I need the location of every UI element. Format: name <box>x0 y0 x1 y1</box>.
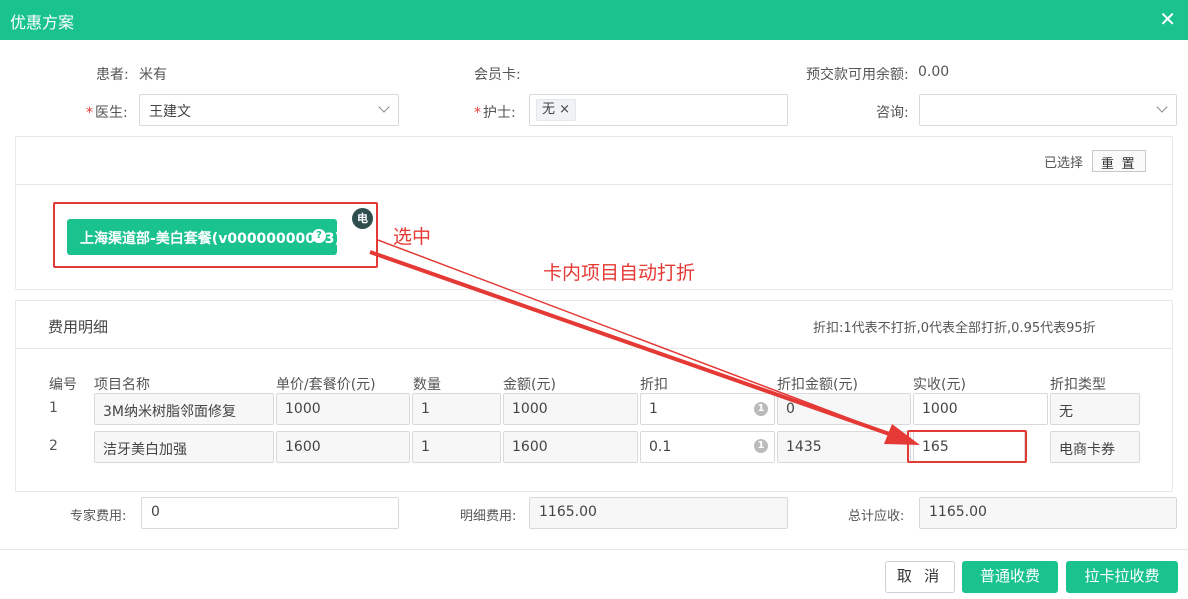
required-mark: * <box>86 105 93 121</box>
row-1-amount: 1000 <box>503 393 638 425</box>
required-mark: * <box>474 105 481 121</box>
dialog-titlebar: 优惠方案 ✕ <box>0 0 1188 40</box>
col-header-discount-amount: 折扣金额(元) <box>777 377 858 393</box>
expert-fee-input[interactable]: 0 <box>141 497 399 529</box>
row-2-amount: 1600 <box>503 431 638 463</box>
consult-select[interactable] <box>919 94 1177 126</box>
col-header-actual: 实收(元) <box>913 377 966 393</box>
col-header-price: 单价/套餐价(元) <box>276 377 376 393</box>
cancel-button[interactable]: 取 消 <box>885 561 955 593</box>
doctor-select-value: 王建文 <box>149 104 191 120</box>
col-header-discount: 折扣 <box>640 377 668 393</box>
annotation-auto-discount: 卡内项目自动打折 <box>543 262 696 284</box>
patient-value: 米有 <box>139 67 167 83</box>
row-2-no: 2 <box>49 438 58 454</box>
reset-button[interactable]: 重 置 <box>1092 150 1146 172</box>
nurse-label: * 护士: <box>474 102 516 122</box>
row-2-qty: 1 <box>412 431 501 463</box>
footer-divider <box>0 549 1188 550</box>
prepaid-value: 0.00 <box>918 64 950 80</box>
dialog-title: 优惠方案 <box>10 13 75 32</box>
annotation-selected: 选中 <box>393 226 432 248</box>
selected-label: 已选择 <box>1044 156 1084 171</box>
nurse-label-text: 护士: <box>483 105 516 121</box>
row-1-no: 1 <box>49 400 58 416</box>
nurse-tag[interactable]: 无 × <box>536 99 577 121</box>
fees-hint: 折扣:1代表不打折,0代表全部打折,0.95代表95折 <box>813 321 1096 336</box>
row-1-discount-type: 无 <box>1050 393 1140 425</box>
annotation-box-actual <box>907 430 1027 463</box>
detail-fee-label: 明细费用: <box>460 509 517 524</box>
doctor-label: * 医生: <box>86 102 128 122</box>
info-icon[interactable]: 1 <box>754 439 768 453</box>
close-icon[interactable]: ✕ <box>1159 7 1176 31</box>
info-icon[interactable]: 1 <box>754 402 768 416</box>
lakala-pay-button[interactable]: 拉卡拉收费 <box>1066 561 1178 593</box>
row-1-discount-value: 1 <box>649 401 658 417</box>
nurse-select[interactable]: 无 × <box>529 94 788 126</box>
row-1-price: 1000 <box>276 393 410 425</box>
total-due-label: 总计应收: <box>848 509 905 524</box>
row-2-name: 洁牙美白加强 <box>94 431 274 463</box>
normal-pay-button[interactable]: 普通收费 <box>962 561 1058 593</box>
doctor-select[interactable]: 王建文 <box>139 94 399 126</box>
chevron-down-icon <box>1156 101 1168 113</box>
doctor-label-text: 医生: <box>95 105 128 121</box>
row-2-discount-value: 0.1 <box>649 439 672 455</box>
row-2-discount-type: 电商卡券 <box>1050 431 1140 463</box>
row-1-actual[interactable]: 1000 <box>913 393 1048 425</box>
annotation-box-package <box>53 202 378 268</box>
col-header-amount: 金额(元) <box>503 377 556 393</box>
col-header-qty: 数量 <box>413 377 441 393</box>
patient-label: 患者: <box>96 67 129 83</box>
row-1-name: 3M纳米树脂邻面修复 <box>94 393 274 425</box>
prepaid-label: 预交款可用余额: <box>806 67 909 83</box>
row-2-price: 1600 <box>276 431 410 463</box>
fees-title: 费用明细 <box>48 318 109 336</box>
detail-fee-input: 1165.00 <box>529 497 788 529</box>
member-card-label: 会员卡: <box>474 67 521 83</box>
expert-fee-label: 专家费用: <box>70 509 127 524</box>
package-panel-divider <box>16 184 1172 185</box>
col-header-name: 项目名称 <box>94 377 150 393</box>
chevron-down-icon <box>378 101 390 113</box>
row-1-discount-amount: 0 <box>777 393 911 425</box>
col-header-discount-type: 折扣类型 <box>1050 377 1106 393</box>
consult-label: 咨询: <box>876 105 909 121</box>
fees-panel-divider <box>16 348 1172 349</box>
total-due-input: 1165.00 <box>919 497 1177 529</box>
col-header-no: 编号 <box>49 377 77 393</box>
row-1-qty: 1 <box>412 393 501 425</box>
row-2-discount-amount: 1435 <box>777 431 911 463</box>
